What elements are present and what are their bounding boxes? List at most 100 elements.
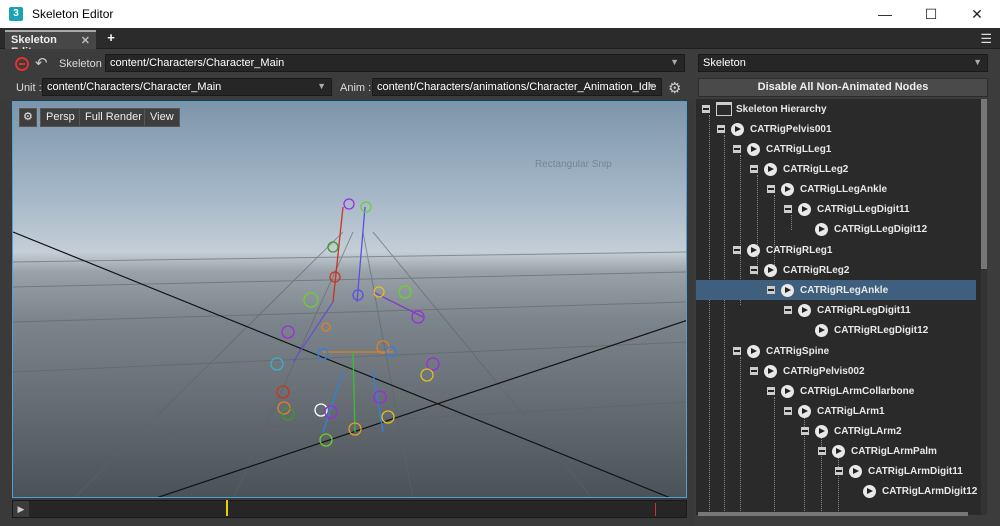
play-icon[interactable] [731, 122, 744, 136]
collapse-icon[interactable] [784, 407, 792, 415]
collapse-icon[interactable] [784, 306, 792, 314]
tree-horizontal-scrollbar[interactable] [698, 512, 968, 516]
skeleton-value: content/Characters/Character_Main [110, 57, 285, 69]
collapse-icon[interactable] [733, 246, 741, 254]
tree-line [724, 135, 725, 515]
skeleton-select[interactable]: content/Characters/Character_Main ▼ [105, 54, 685, 72]
play-icon[interactable] [747, 344, 760, 358]
play-icon[interactable] [815, 222, 828, 236]
viewport-gear-icon[interactable]: ⚙ [19, 108, 37, 127]
tree-node[interactable]: CATRigSpine [733, 341, 829, 361]
tree-node[interactable]: CATRigRLegDigit12 [815, 320, 928, 340]
tree-node[interactable]: CATRigLLegDigit11 [784, 199, 910, 219]
tree-node[interactable]: CATRigLArmDigit12 [863, 481, 977, 501]
collapse-icon[interactable] [767, 286, 775, 294]
undo-icon[interactable]: ↶ [35, 54, 48, 72]
tree-node[interactable]: CATRigLArm2 [801, 421, 902, 441]
skeleton-label: Skeleton : [59, 58, 108, 70]
record-icon[interactable] [15, 57, 29, 71]
collapse-icon[interactable] [767, 185, 775, 193]
tree-node[interactable]: CATRigRLeg2 [750, 260, 849, 280]
timeline[interactable]: ▶ [12, 500, 687, 518]
play-icon[interactable] [781, 384, 794, 398]
tree-root[interactable]: Skeleton Hierarchy [702, 99, 827, 119]
axis-line [13, 231, 670, 497]
tree-scrollbar[interactable] [981, 99, 987, 515]
node-label: CATRigLArm1 [817, 405, 885, 417]
collapse-icon[interactable] [801, 427, 809, 435]
collapse-icon[interactable] [750, 266, 758, 274]
3d-viewport[interactable]: ⚙ Persp Full Render View Rectangular Sni… [12, 101, 687, 498]
play-icon[interactable] [747, 243, 760, 257]
play-icon[interactable] [781, 182, 794, 196]
play-icon[interactable] [863, 484, 876, 498]
add-tab-button[interactable]: + [104, 31, 118, 45]
tree-node[interactable]: CATRigLLegAnkle [767, 179, 887, 199]
node-label: CATRigPelvis002 [783, 365, 865, 377]
tree-node[interactable]: CATRigLArmPalm [818, 441, 937, 461]
tree-node-selected[interactable]: CATRigRLegAnkle [696, 280, 976, 300]
tree-node[interactable]: CATRigPelvis001 [717, 119, 832, 139]
node-label: CATRigRLegAnkle [800, 284, 889, 296]
play-icon[interactable] [798, 404, 811, 418]
anim-label: Anim : [340, 82, 372, 94]
minimize-button[interactable]: — [862, 0, 908, 28]
view-button[interactable]: View [144, 108, 180, 127]
play-icon[interactable] [849, 464, 862, 478]
tree-node[interactable]: CATRigRLeg1 [733, 240, 832, 260]
menu-icon[interactable]: ☰ [980, 31, 992, 47]
panel-select[interactable]: Skeleton ▼ [698, 54, 988, 72]
tree-node[interactable]: CATRigLLeg1 [733, 139, 831, 159]
play-icon[interactable]: ▶ [13, 501, 29, 517]
play-icon[interactable] [798, 202, 811, 216]
snip-overlay-text: Rectangular Snip [535, 159, 612, 170]
node-label: CATRigSpine [766, 345, 830, 357]
collapse-icon[interactable] [818, 447, 826, 455]
play-icon[interactable] [832, 444, 845, 458]
skeleton-icon [716, 102, 732, 116]
tree-node[interactable]: CATRigLLegDigit12 [815, 219, 927, 239]
play-icon[interactable] [764, 364, 777, 378]
gear-icon[interactable]: ⚙ [668, 79, 681, 97]
collapse-icon[interactable] [750, 165, 758, 173]
tree-node[interactable]: CATRigRLegDigit11 [784, 300, 911, 320]
collapse-icon[interactable] [750, 367, 758, 375]
play-icon[interactable] [764, 263, 777, 277]
collapse-icon[interactable] [767, 387, 775, 395]
play-icon[interactable] [747, 142, 760, 156]
play-icon[interactable] [815, 424, 828, 438]
timeline-cursor[interactable] [226, 500, 228, 516]
play-icon[interactable] [798, 303, 811, 317]
scrollbar-thumb[interactable] [981, 99, 987, 269]
tree-node[interactable]: CATRigLArmDigit11 [835, 461, 963, 481]
persp-button[interactable]: Persp [40, 108, 81, 127]
collapse-icon[interactable] [733, 347, 741, 355]
collapse-icon[interactable] [717, 125, 725, 133]
collapse-icon[interactable] [784, 205, 792, 213]
full-render-button[interactable]: Full Render [79, 108, 148, 127]
axis-line [157, 320, 686, 497]
timeline-end-marker [655, 503, 656, 516]
tab-skeleton-editor[interactable]: Skeleton Editor✕ [5, 30, 96, 58]
collapse-icon[interactable] [702, 105, 710, 113]
tab-close-icon[interactable]: ✕ [81, 34, 90, 47]
anim-select[interactable]: content/Characters/animations/Character_… [372, 78, 662, 96]
tree-root-label: Skeleton Hierarchy [736, 103, 827, 115]
play-icon[interactable] [764, 162, 777, 176]
unit-select[interactable]: content/Characters/Character_Main ▼ [42, 78, 332, 96]
node-label: CATRigLLegDigit11 [817, 203, 910, 215]
disable-non-animated-button[interactable]: Disable All Non-Animated Nodes [698, 78, 988, 97]
node-label: CATRigLLegDigit12 [834, 223, 928, 235]
play-icon[interactable] [781, 283, 794, 297]
tree-node[interactable]: CATRigPelvis002 [750, 361, 865, 381]
tree-node[interactable]: CATRigLLeg2 [750, 159, 848, 179]
node-label: CATRigLArmDigit12 [882, 485, 978, 497]
close-window-button[interactable]: ✕ [954, 0, 1000, 28]
tree-node[interactable]: CATRigLArmCollarbone [767, 381, 914, 401]
play-icon[interactable] [815, 323, 828, 337]
maximize-button[interactable]: ☐ [908, 0, 954, 28]
tree-node[interactable]: CATRigLArm1 [784, 401, 885, 421]
collapse-icon[interactable] [835, 467, 843, 475]
collapse-icon[interactable] [733, 145, 741, 153]
app-icon: 3 [9, 7, 23, 21]
